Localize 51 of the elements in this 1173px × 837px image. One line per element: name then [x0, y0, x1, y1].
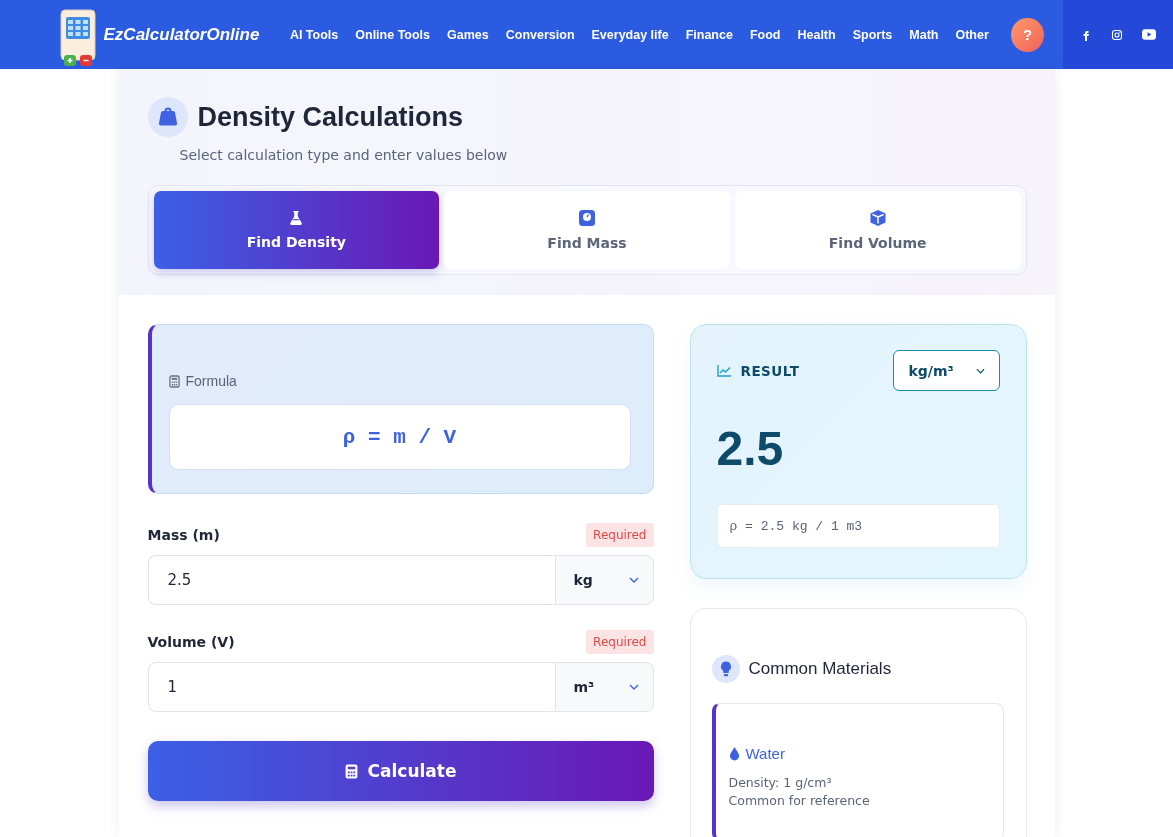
- nav-link[interactable]: Conversion: [497, 27, 584, 42]
- chevron-down-icon: [975, 367, 985, 374]
- nav-link[interactable]: Sports: [844, 27, 901, 42]
- nav-link[interactable]: Online Tools: [346, 27, 439, 42]
- calculation-tab[interactable]: Find Mass: [444, 191, 730, 269]
- unit-dropdown[interactable]: kg: [554, 555, 654, 605]
- chevron-down-icon: [628, 577, 639, 583]
- result-label: RESULT: [740, 362, 800, 379]
- brand-name[interactable]: EzCalculatorOnline: [103, 24, 260, 45]
- field-label: Volume (V): [147, 634, 235, 650]
- calculator-subtitle: Select calculation type and enter values below: [179, 147, 509, 163]
- chevron-down-icon: [628, 684, 639, 690]
- result-value: 2.5: [716, 421, 785, 476]
- nav-link[interactable]: Finance: [677, 27, 742, 42]
- play-icon[interactable]: [1141, 29, 1156, 40]
- material-name: Water: [745, 745, 785, 762]
- unit-dropdown[interactable]: kg/m³: [892, 350, 1000, 391]
- required-badge: Required: [586, 630, 654, 654]
- material-density: Density: 1 g/cm³: [728, 774, 833, 792]
- nav-link[interactable]: Health: [788, 27, 845, 42]
- calculation-tab[interactable]: Find Volume: [734, 191, 1021, 269]
- calculator-logo-icon[interactable]: [60, 8, 96, 67]
- scale-icon: [578, 209, 596, 227]
- line-chart-icon: [716, 364, 731, 377]
- nav-link[interactable]: Math: [900, 27, 947, 42]
- materials-title: Common Materials: [748, 659, 892, 679]
- unit-dropdown[interactable]: m³: [554, 662, 654, 712]
- required-badge: Required: [586, 523, 654, 547]
- instagram-icon[interactable]: [1110, 28, 1123, 41]
- nav-link[interactable]: Food: [741, 27, 789, 42]
- formula-label: Formula: [185, 373, 237, 389]
- lightbulb-icon: [711, 655, 740, 683]
- material-note: Common for reference: [728, 792, 871, 810]
- calculator-title: Density Calculations: [197, 101, 464, 133]
- nav-link[interactable]: Games: [438, 27, 498, 42]
- formula-expression: ρ = m / V: [168, 404, 631, 470]
- calculator-icon: [168, 374, 180, 388]
- calculation-steps: ρ = 2.5 kg / 1 m3: [716, 504, 1000, 548]
- calculation-tab[interactable]: Find Density: [153, 191, 440, 269]
- field-label: Mass (m): [147, 527, 220, 543]
- calculate-button[interactable]: Calculate: [147, 741, 654, 801]
- calculator-icon: [344, 763, 358, 779]
- nav-link[interactable]: Everyday life: [583, 27, 678, 42]
- cube-icon: [868, 209, 887, 227]
- value-input[interactable]: 2.5: [147, 555, 555, 605]
- nav-link[interactable]: Other: [946, 27, 998, 42]
- nav-link[interactable]: AI Tools: [281, 27, 347, 42]
- weight-icon: [147, 97, 188, 137]
- value-input[interactable]: 1: [147, 662, 555, 712]
- flask-icon: [289, 210, 304, 226]
- droplet-icon: [728, 746, 740, 761]
